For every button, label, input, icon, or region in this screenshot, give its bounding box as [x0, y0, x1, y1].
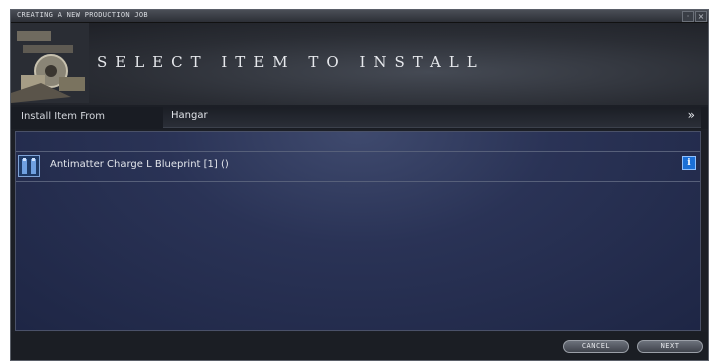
window-title: CREATING A NEW PRODUCTION JOB [17, 11, 148, 19]
install-source-label: Install Item From [21, 111, 105, 122]
info-icon[interactable]: i [682, 156, 696, 170]
install-source-row: Install Item From Hangar » [11, 107, 708, 129]
window-titlebar[interactable]: CREATING A NEW PRODUCTION JOB · × [11, 10, 708, 23]
minimize-icon[interactable]: · [682, 11, 694, 22]
header-banner: SELECT ITEM TO INSTALL [11, 23, 708, 105]
close-icon[interactable]: × [695, 11, 707, 22]
page-title: SELECT ITEM TO INSTALL [97, 53, 485, 71]
list-item-label: Antimatter Charge L Blueprint [1] () [50, 159, 229, 170]
industry-emblem-icon [11, 23, 89, 103]
next-button[interactable]: NEXT [637, 340, 703, 353]
install-source-value: Hangar [171, 110, 208, 121]
list-item[interactable]: Antimatter Charge L Blueprint [1] () i [16, 151, 700, 182]
production-job-window: CREATING A NEW PRODUCTION JOB · × SELECT… [10, 9, 709, 361]
cancel-button[interactable]: CANCEL [563, 340, 629, 353]
install-source-dropdown[interactable]: Hangar » [163, 107, 701, 128]
item-list[interactable]: Antimatter Charge L Blueprint [1] () i [15, 131, 701, 331]
double-chevron-down-icon[interactable]: » [688, 108, 695, 122]
window-footer: CANCEL NEXT [11, 332, 708, 360]
blueprint-icon [18, 155, 40, 177]
